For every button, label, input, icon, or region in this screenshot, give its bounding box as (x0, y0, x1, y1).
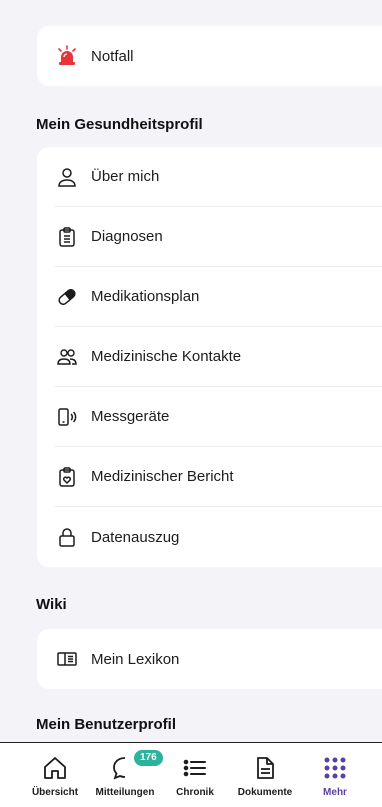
wiki-card: Mein Lexikon (37, 629, 382, 689)
menu-item-label: Medizinischer Bericht (91, 468, 234, 485)
device-icon (55, 405, 79, 429)
people-icon (55, 345, 79, 369)
emergency-card: Notfall (37, 26, 382, 86)
book-icon (55, 647, 79, 671)
pill-icon (55, 285, 79, 309)
health-profile-card: Über mich Diagnosen Medikationsplan Medi… (37, 147, 382, 567)
menu-item-diagnoses[interactable]: Diagnosen (55, 207, 382, 267)
lock-icon (55, 525, 79, 549)
menu-item-label: Medikationsplan (91, 288, 200, 305)
tab-messages[interactable]: 176 Mitteilungen (90, 743, 163, 807)
menu-item-data-export[interactable]: Datenauszug (55, 507, 382, 567)
menu-item-label: Mein Lexikon (91, 650, 180, 668)
tab-label: Dokumente (237, 787, 293, 798)
tab-label: Mitteilungen (95, 787, 155, 798)
menu-item-lexicon[interactable]: Mein Lexikon (55, 629, 382, 689)
grid-dots-icon (322, 753, 348, 783)
menu-item-about-me[interactable]: Über mich (55, 147, 382, 207)
tab-label: Chronik (176, 787, 214, 798)
person-icon (55, 165, 79, 189)
user-profile-title: Mein Benutzerprofil (36, 716, 177, 733)
alarm-siren-icon (55, 44, 79, 68)
bottom-tab-bar: Übersicht 176 Mitteilungen Chronik Dokum… (0, 742, 382, 807)
list-icon (182, 753, 208, 783)
menu-item-label: Über mich (91, 168, 160, 185)
menu-item-medical-report[interactable]: Medizinischer Bericht (55, 447, 382, 507)
menu-item-label: Diagnosen (91, 228, 163, 245)
tab-label: Übersicht (31, 787, 79, 798)
report-icon (55, 465, 79, 489)
tab-label: Mehr (323, 787, 347, 798)
tab-more[interactable]: Mehr (300, 743, 370, 807)
home-icon (42, 753, 68, 783)
wiki-title: Wiki (36, 596, 67, 613)
messages-badge: 176 (134, 750, 163, 766)
document-icon (252, 753, 278, 783)
menu-item-devices[interactable]: Messgeräte (55, 387, 382, 447)
menu-item-label: Messgeräte (91, 408, 170, 425)
tab-chronicle[interactable]: Chronik (160, 743, 230, 807)
emergency-label: Notfall (91, 47, 134, 65)
menu-item-medication-plan[interactable]: Medikationsplan (55, 267, 382, 327)
health-profile-title: Mein Gesundheitsprofil (36, 116, 203, 133)
emergency-item[interactable]: Notfall (55, 26, 382, 86)
menu-item-label: Medizinische Kontakte (91, 348, 242, 365)
menu-item-medical-contacts[interactable]: Medizinische Kontakte (55, 327, 382, 387)
menu-item-label: Datenauszug (91, 528, 180, 546)
clipboard-icon (55, 225, 79, 249)
tab-documents[interactable]: Dokumente (230, 743, 300, 807)
tab-overview[interactable]: Übersicht (20, 743, 90, 807)
